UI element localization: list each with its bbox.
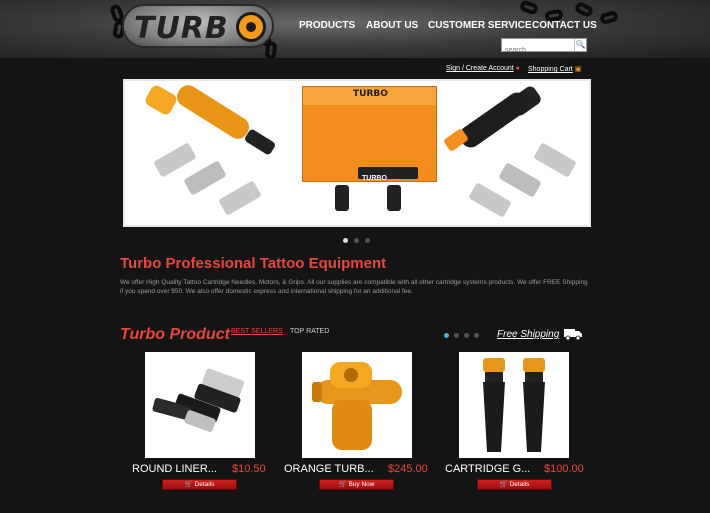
details-button[interactable]: 🛒 Details bbox=[162, 479, 237, 490]
cartridge-grips-image bbox=[483, 358, 545, 452]
site-header: TURB PRODUCTS ABOUT US CUSTOMER SERVICE … bbox=[0, 0, 710, 58]
product-price: $100.00 bbox=[544, 463, 584, 475]
box-label: TURBO bbox=[358, 167, 418, 182]
chain-decoration bbox=[518, 0, 540, 16]
slide-dot-1[interactable] bbox=[343, 238, 348, 243]
intro-title: Turbo Professional Tattoo Equipment bbox=[120, 255, 387, 272]
details-button[interactable]: 🛒 Details bbox=[477, 479, 552, 490]
nav-about[interactable]: ABOUT US bbox=[366, 20, 418, 31]
tab-top-rated[interactable]: TOP RATED bbox=[290, 328, 329, 335]
cart-link-wrap: Shopping Cart ▣ bbox=[528, 65, 581, 73]
nav-products[interactable]: PRODUCTS bbox=[299, 20, 355, 31]
user-icon: ● bbox=[515, 65, 520, 72]
truck-icon bbox=[564, 329, 582, 340]
chain-decoration bbox=[264, 41, 278, 58]
nav-contact[interactable]: CONTACT US bbox=[532, 20, 597, 31]
search-box: 🔍 bbox=[501, 38, 587, 57]
product-image-cartridge-grip[interactable] bbox=[459, 352, 569, 458]
buy-now-button-label: Buy Now bbox=[348, 481, 375, 488]
carousel-dot-2[interactable] bbox=[454, 333, 459, 338]
details-button-label: Details bbox=[194, 481, 215, 488]
logo-text: TURB bbox=[134, 11, 229, 46]
product-price: $10.50 bbox=[232, 463, 266, 475]
hero-banner[interactable]: TURBO TURBO bbox=[123, 79, 591, 227]
chain-decoration bbox=[598, 9, 620, 26]
sign-in-link[interactable]: Sign / Create Account bbox=[446, 65, 514, 72]
nav-customer-service[interactable]: CUSTOMER SERVICE bbox=[428, 20, 532, 31]
needle-cartridges-image bbox=[152, 368, 245, 432]
cart-icon: 🛒 bbox=[338, 481, 349, 488]
tab-best-sellers[interactable]: BEST SELLERS bbox=[231, 328, 283, 335]
cart-icon: 🛒 bbox=[499, 481, 510, 488]
cartridge-box-image: TURBO TURBO bbox=[302, 86, 437, 182]
carousel-dot-4[interactable] bbox=[474, 333, 479, 338]
slide-dot-2[interactable] bbox=[354, 238, 359, 243]
product-section-heading: Turbo Product bbox=[120, 326, 230, 343]
product-name[interactable]: CARTRIDGE G... bbox=[445, 463, 538, 475]
shopping-cart-link[interactable]: Shopping Cart bbox=[528, 66, 573, 73]
search-input[interactable] bbox=[502, 44, 574, 57]
product-image-orange-turbo[interactable] bbox=[302, 352, 412, 458]
product-price: $245.00 bbox=[388, 463, 428, 475]
buy-now-button[interactable]: 🛒 Buy Now bbox=[319, 479, 394, 490]
cart-icon: 🛒 bbox=[184, 481, 195, 488]
product-name[interactable]: ORANGE TURB... bbox=[284, 463, 381, 475]
free-shipping-link[interactable]: Free Shipping bbox=[497, 329, 559, 340]
details-button-label: Details bbox=[509, 481, 530, 488]
box-brand-text: TURBO bbox=[353, 89, 388, 99]
box-label-text: TURBO bbox=[362, 175, 387, 182]
product-name[interactable]: ROUND LINER... bbox=[132, 463, 226, 475]
account-link-wrap: Sign / Create Account ● bbox=[446, 65, 520, 72]
cart-icon: ▣ bbox=[574, 66, 582, 73]
chain-decoration bbox=[573, 0, 595, 19]
logo-o-icon bbox=[236, 12, 266, 42]
slide-dot-3[interactable] bbox=[365, 238, 370, 243]
intro-text: We offer High Quality Tattoo Cartridge N… bbox=[120, 279, 588, 295]
carousel-dot-3[interactable] bbox=[464, 333, 469, 338]
turbo-logo[interactable]: TURB bbox=[122, 4, 274, 48]
product-image-round-liner[interactable] bbox=[145, 352, 255, 458]
orange-machine-image bbox=[312, 362, 402, 450]
search-icon[interactable]: 🔍 bbox=[574, 39, 586, 51]
carousel-dot-1[interactable] bbox=[444, 333, 449, 338]
